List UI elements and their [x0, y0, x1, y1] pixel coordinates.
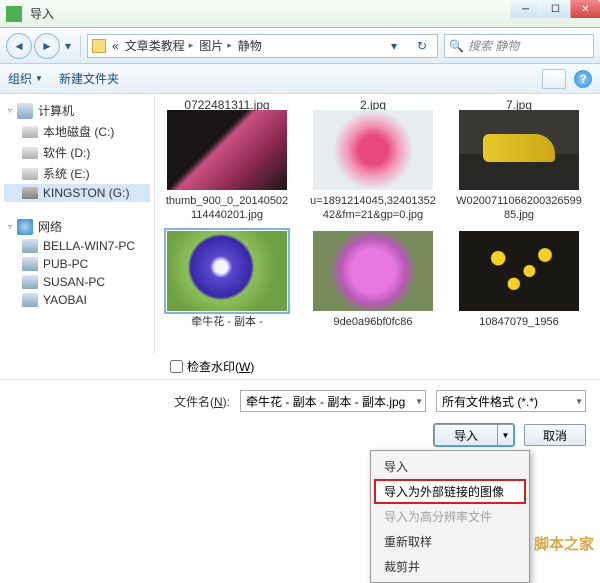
back-button[interactable]: ◄ — [6, 33, 32, 59]
chevron-down-icon: ▼ — [415, 397, 423, 406]
disk-icon — [22, 126, 38, 138]
titlebar: 导入 ─ ☐ ✕ — [0, 0, 600, 28]
file-pane: 0722481311.jpg 2.jpg 7.jpg thumb_900_0_2… — [155, 94, 600, 354]
file-caption[interactable]: 0722481311.jpg — [163, 98, 291, 110]
toolbar: 组织▼ 新建文件夹 ? — [0, 64, 600, 94]
check-watermark-label: 检查水印(W) — [187, 358, 254, 375]
sidebar: ▿计算机 本地磁盘 (C:) 软件 (D:) 系统 (E:) KINGSTON … — [0, 94, 155, 354]
file-caption: 牵牛花 - 副本 - — [163, 315, 291, 329]
sidebar-item-pc[interactable]: BELLA-WIN7-PC — [4, 237, 150, 255]
file-caption: u=1891214045,3240135242&fm=21&gp=0.jpg — [309, 194, 437, 223]
sidebar-item-disk-d[interactable]: 软件 (D:) — [4, 142, 150, 163]
chevron-down-icon: ▿ — [8, 106, 12, 115]
file-item-selected[interactable]: 牵牛花 - 副本 - — [163, 231, 291, 329]
pc-icon — [22, 257, 38, 271]
search-icon: 🔍 — [449, 39, 464, 53]
menu-item-import-highres: 导入为高分辨率文件 — [374, 504, 526, 529]
chevron-down-icon: ▼ — [575, 397, 583, 406]
computer-icon — [17, 103, 33, 119]
sidebar-item-pc[interactable]: YAOBAI — [4, 291, 150, 309]
chevron-down-icon: ▼ — [35, 74, 43, 83]
file-item[interactable]: thumb_900_0_20140502114440201.jpg — [163, 110, 291, 223]
new-folder-button[interactable]: 新建文件夹 — [59, 70, 119, 87]
app-icon — [6, 6, 22, 22]
search-placeholder: 搜索 静物 — [468, 37, 519, 54]
chevron-right-icon: ▸ — [189, 40, 194, 51]
view-options-button[interactable] — [542, 69, 566, 89]
nav-history-dropdown[interactable]: ▾ — [62, 36, 74, 56]
file-item[interactable]: 10847079_1956 — [455, 231, 583, 329]
chevron-down-icon: ▿ — [8, 222, 12, 231]
close-button[interactable]: ✕ — [570, 0, 600, 18]
filename-label: 文件名(N): — [174, 393, 230, 410]
window-title: 导入 — [30, 5, 54, 22]
thumbnail — [313, 231, 433, 311]
search-input[interactable]: 🔍 搜索 静物 — [444, 34, 594, 58]
menu-item-import-external-link[interactable]: 导入为外部链接的图像 — [374, 479, 526, 504]
refresh-icon[interactable]: ↻ — [411, 39, 433, 53]
minimize-button[interactable]: ─ — [510, 0, 540, 18]
file-caption: thumb_900_0_20140502114440201.jpg — [163, 194, 291, 223]
sidebar-item-disk-e[interactable]: 系统 (E:) — [4, 163, 150, 184]
address-bar[interactable]: « 文章类教程▸ 图片▸ 静物 ▾ ↻ — [87, 34, 438, 58]
import-dropdown-menu: 导入 导入为外部链接的图像 导入为高分辨率文件 重新取样 裁剪并 — [370, 450, 530, 583]
file-item[interactable]: u=1891214045,3240135242&fm=21&gp=0.jpg — [309, 110, 437, 223]
disk-icon — [22, 168, 38, 180]
network-icon — [17, 219, 33, 235]
forward-button[interactable]: ► — [34, 33, 60, 59]
file-item[interactable]: 9de0a96bf0fc86 — [309, 231, 437, 329]
breadcrumb-item[interactable]: 图片▸ — [199, 37, 232, 54]
sidebar-item-pc[interactable]: PUB-PC — [4, 255, 150, 273]
main: ▿计算机 本地磁盘 (C:) 软件 (D:) 系统 (E:) KINGSTON … — [0, 94, 600, 354]
sidebar-network[interactable]: ▿网络 — [4, 216, 150, 237]
sidebar-item-kingston[interactable]: KINGSTON (G:) — [4, 184, 150, 202]
menu-item-crop[interactable]: 裁剪并 — [374, 554, 526, 579]
filename-input[interactable]: 牵牛花 - 副本 - 副本 - 副本.jpg▼ — [240, 390, 426, 412]
file-item[interactable]: W020071106620032659985.jpg — [455, 110, 583, 223]
breadcrumb-start: « — [112, 39, 119, 53]
pc-icon — [22, 275, 38, 289]
import-button[interactable]: 导入 ▼ — [434, 424, 514, 446]
file-caption: 10847079_1956 — [455, 315, 583, 329]
breadcrumb-item[interactable]: 文章类教程▸ — [125, 37, 194, 54]
thumbnail — [167, 231, 287, 311]
import-dropdown-toggle[interactable]: ▼ — [497, 425, 513, 445]
maximize-button[interactable]: ☐ — [540, 0, 570, 18]
nav-arrows: ◄ ► ▾ — [6, 33, 74, 59]
file-caption: W020071106620032659985.jpg — [455, 194, 583, 223]
thumbnail — [459, 110, 579, 190]
file-caption[interactable]: 7.jpg — [455, 98, 583, 110]
thumbnail — [167, 110, 287, 190]
help-button[interactable]: ? — [574, 70, 592, 88]
sidebar-computer[interactable]: ▿计算机 — [4, 100, 150, 121]
thumbnail — [313, 110, 433, 190]
filename-row: 文件名(N): 牵牛花 - 副本 - 副本 - 副本.jpg▼ 所有文件格式 (… — [0, 379, 600, 418]
menu-item-import[interactable]: 导入 — [374, 454, 526, 479]
check-watermark-checkbox[interactable] — [170, 360, 183, 373]
pc-icon — [22, 239, 38, 253]
file-caption[interactable]: 2.jpg — [309, 98, 437, 110]
refresh-dropdown-icon[interactable]: ▾ — [383, 39, 405, 53]
partial-row: 0722481311.jpg 2.jpg 7.jpg — [163, 98, 592, 110]
breadcrumb-item[interactable]: 静物 — [238, 37, 262, 54]
disk-icon — [22, 147, 38, 159]
pc-icon — [22, 293, 38, 307]
watermark: 脚本之家 — [534, 533, 594, 554]
sidebar-item-disk-c[interactable]: 本地磁盘 (C:) — [4, 121, 150, 142]
thumbnail — [459, 231, 579, 311]
file-caption: 9de0a96bf0fc86 — [309, 315, 437, 329]
usb-icon — [22, 187, 38, 199]
filetype-select[interactable]: 所有文件格式 (*.*)▼ — [436, 390, 586, 412]
window-buttons: ─ ☐ ✕ — [510, 0, 600, 18]
organize-button[interactable]: 组织▼ — [8, 70, 43, 87]
sidebar-item-pc[interactable]: SUSAN-PC — [4, 273, 150, 291]
options-row: 检查水印(W) — [0, 354, 600, 379]
chevron-right-icon: ▸ — [227, 40, 232, 51]
cancel-button[interactable]: 取消 — [524, 424, 586, 446]
navbar: ◄ ► ▾ « 文章类教程▸ 图片▸ 静物 ▾ ↻ 🔍 搜索 静物 — [0, 28, 600, 64]
menu-item-resample[interactable]: 重新取样 — [374, 529, 526, 554]
separator — [80, 35, 81, 57]
folder-icon — [92, 39, 106, 53]
